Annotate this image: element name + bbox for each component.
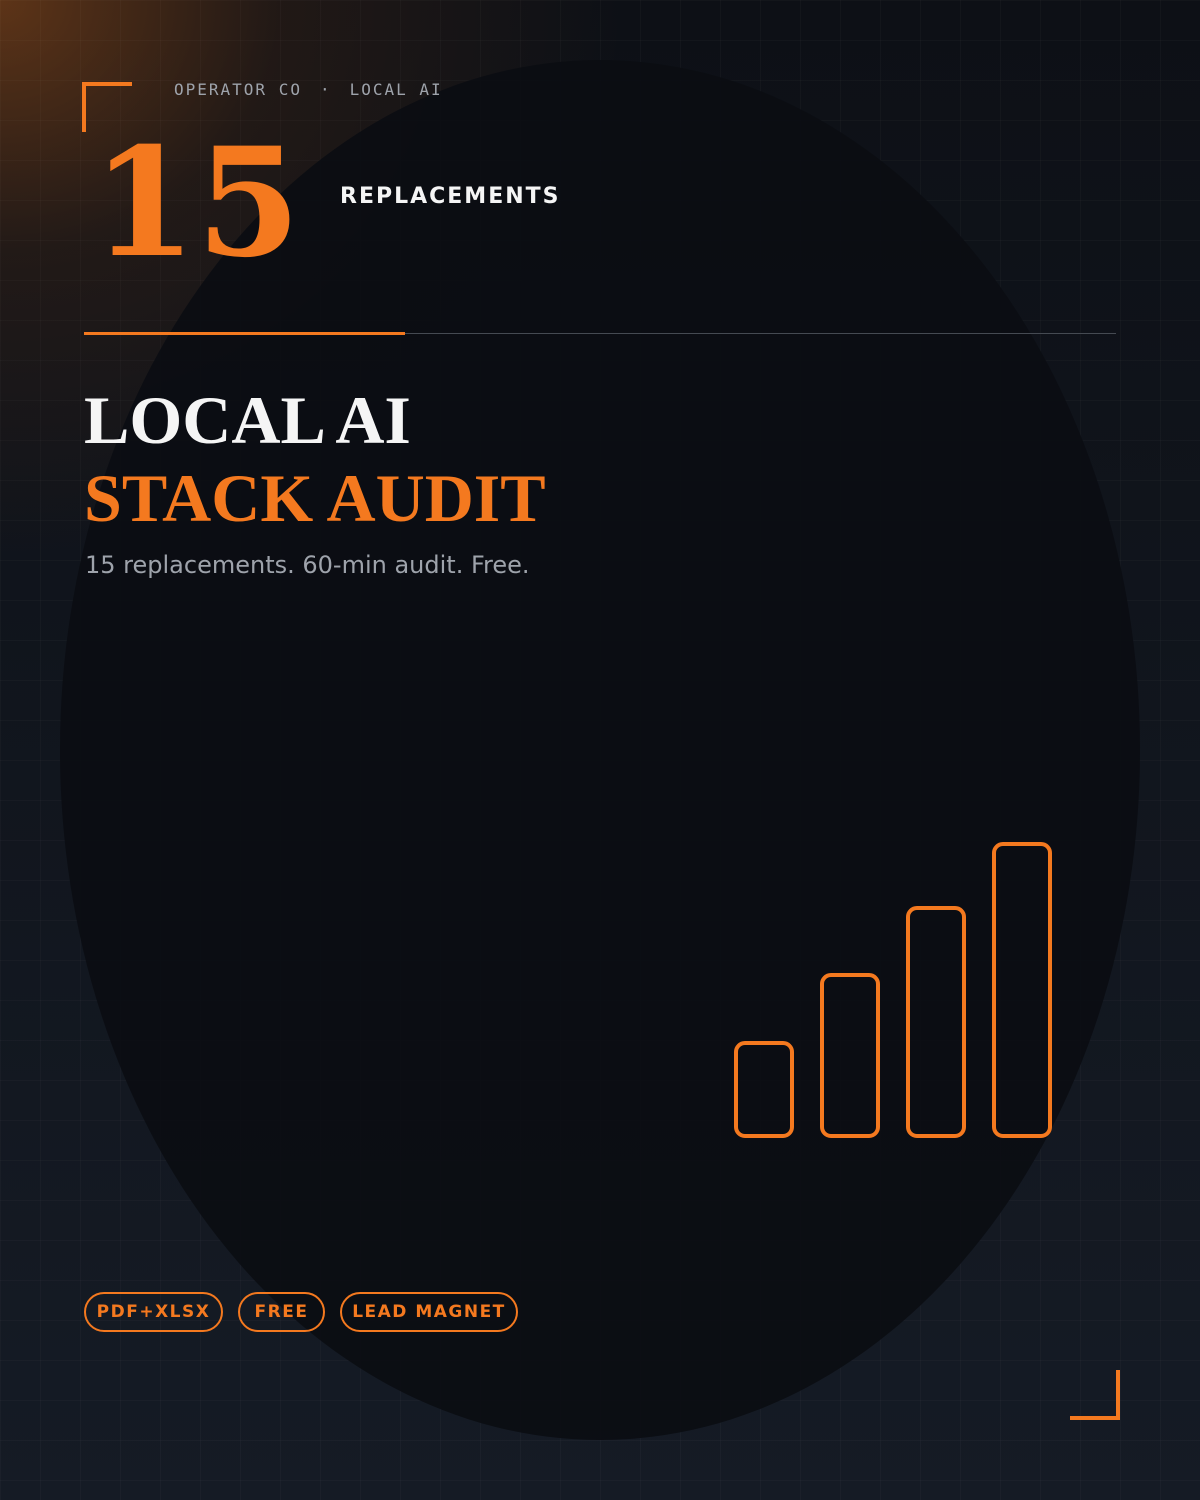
tag-type: LEAD MAGNET bbox=[340, 1292, 518, 1332]
icon-bar-4 bbox=[992, 842, 1052, 1138]
icon-bar-1 bbox=[734, 1041, 794, 1138]
tag-format: PDF+XLSX bbox=[84, 1292, 223, 1332]
cover-canvas: OPERATOR CO · LOCAL AI 15 REPLACEMENTS LOC… bbox=[0, 0, 1200, 1500]
icon-bar-3 bbox=[906, 906, 966, 1138]
tag-price: FREE bbox=[238, 1292, 325, 1332]
icon-bar-2 bbox=[820, 973, 880, 1138]
bar-chart-icon bbox=[734, 842, 1052, 1138]
